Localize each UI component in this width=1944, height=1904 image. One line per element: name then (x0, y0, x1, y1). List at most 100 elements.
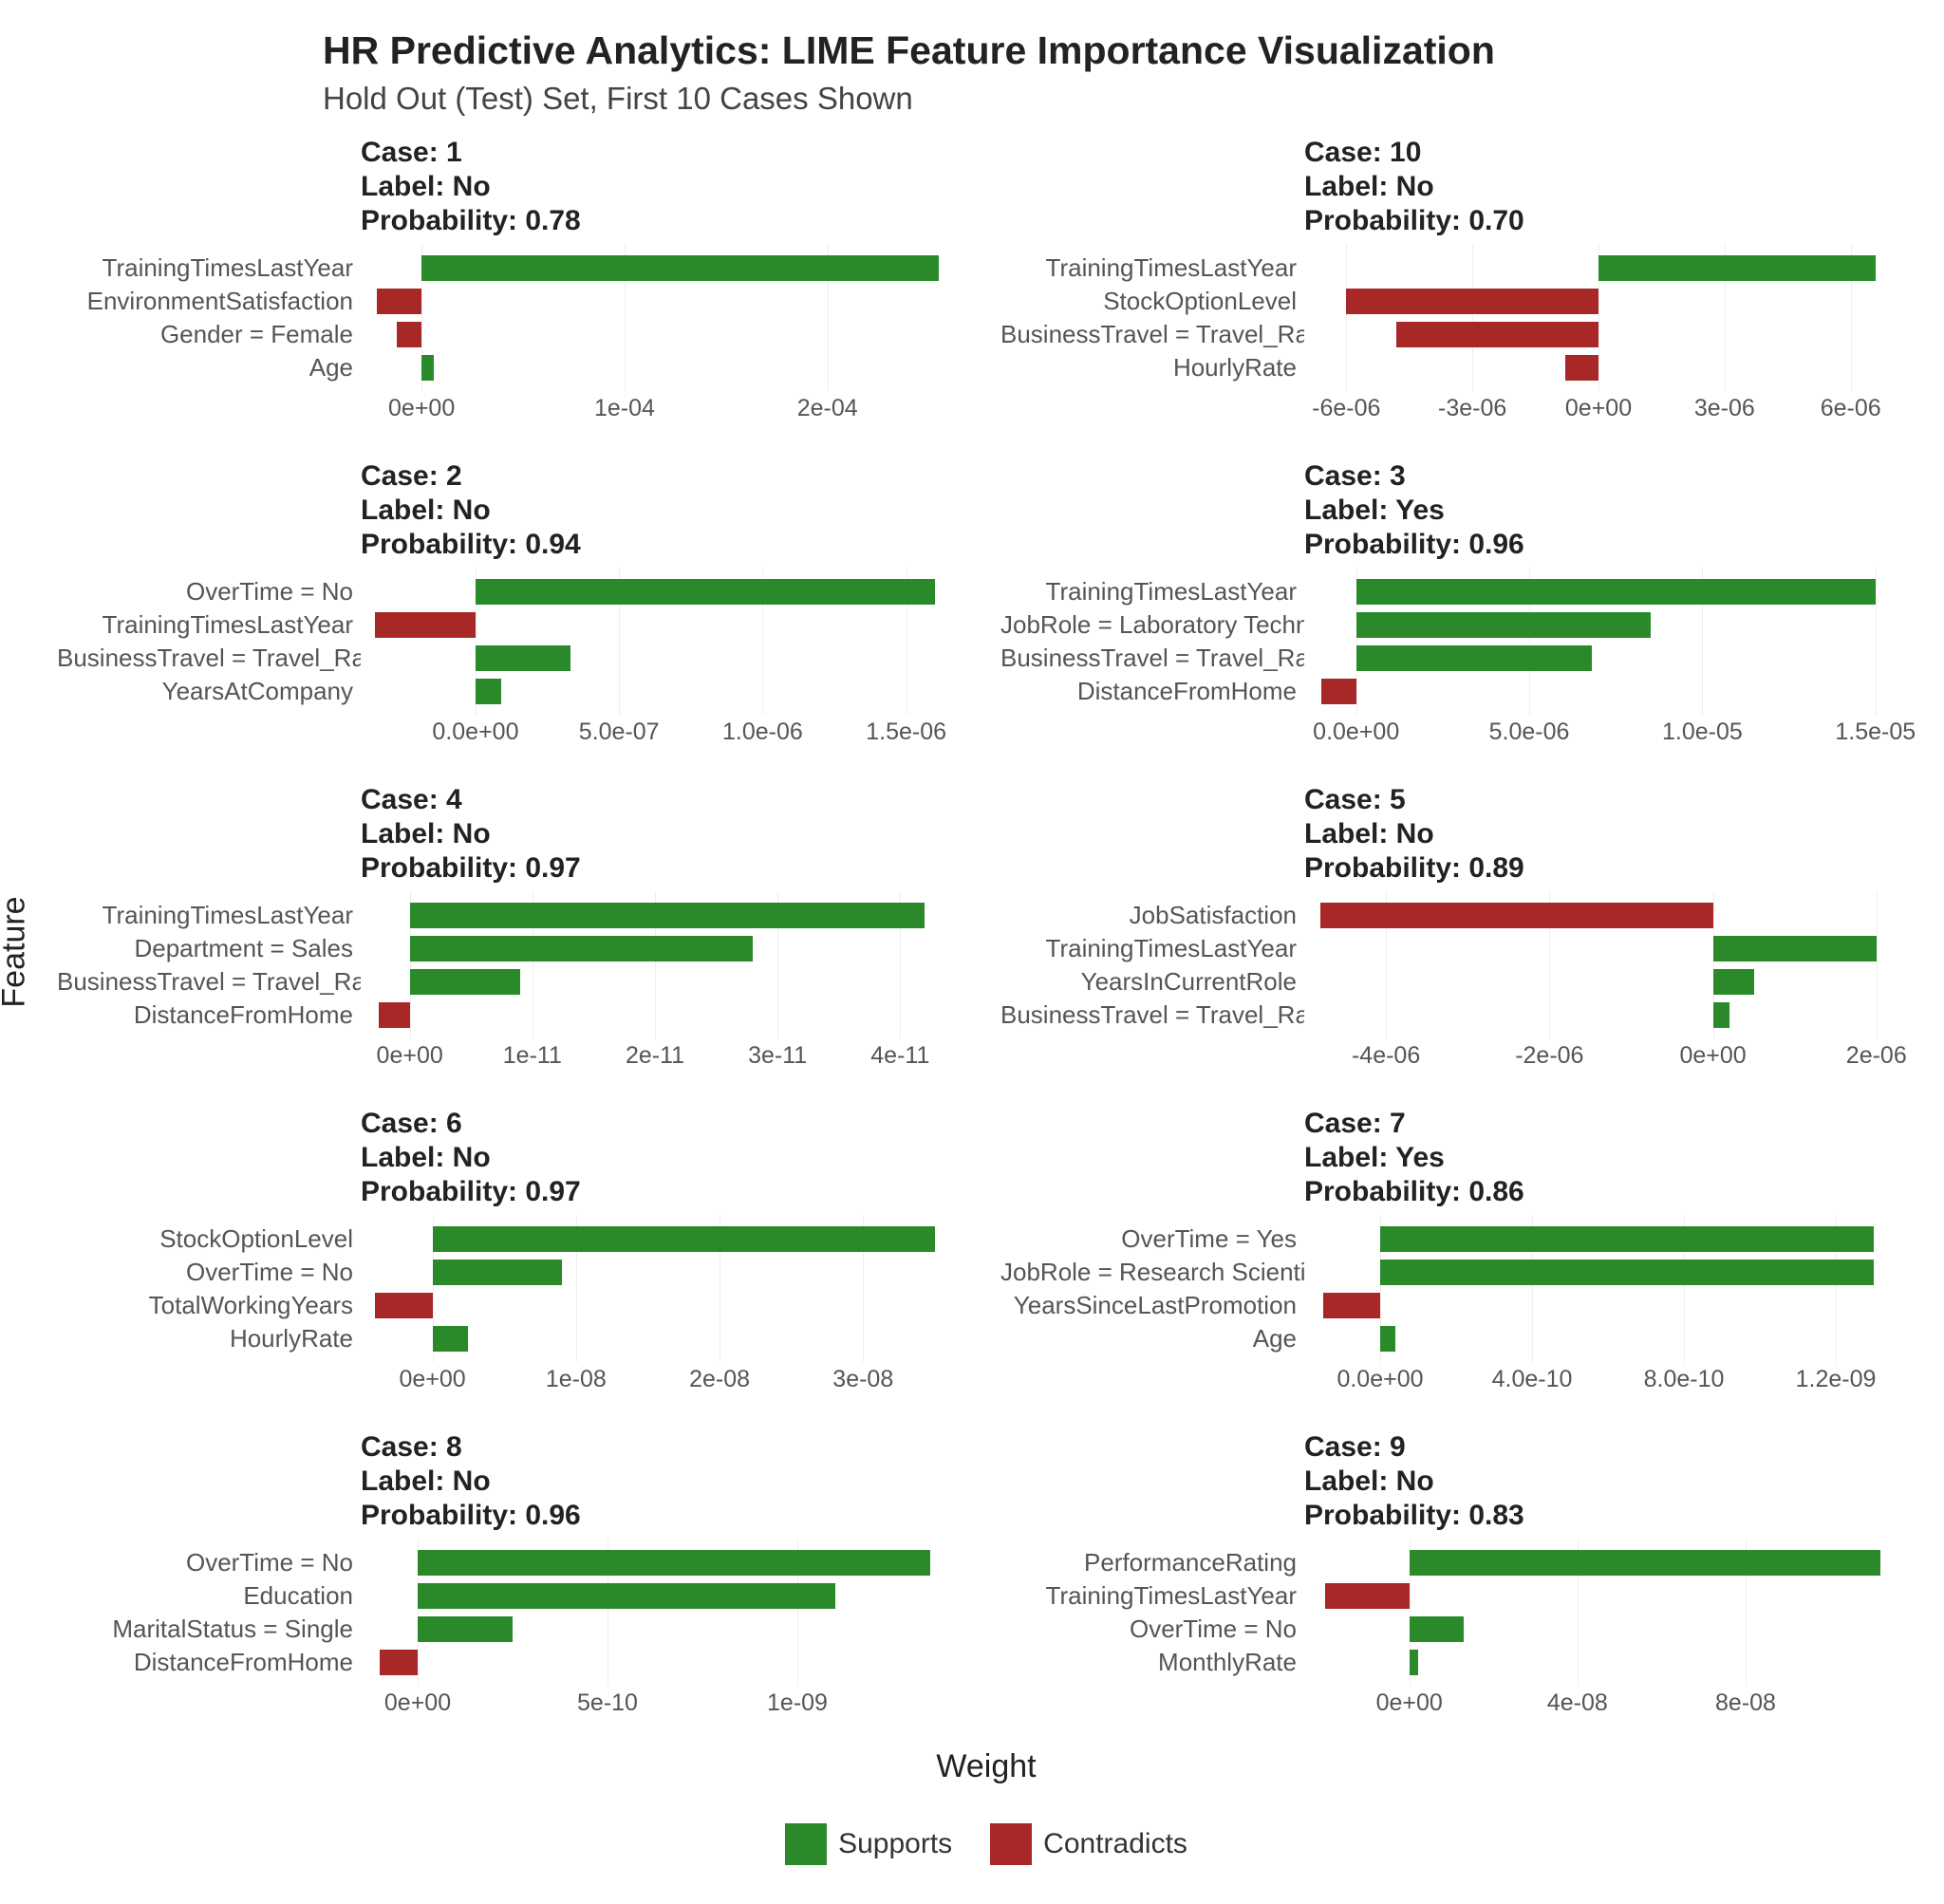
bar-supports (418, 1616, 513, 1642)
bar-contradicts (379, 1002, 409, 1028)
bar-contradicts (1321, 679, 1355, 704)
x-tick: 1.0e-05 (1662, 719, 1743, 746)
bars-zone (361, 1539, 972, 1686)
bar-contradicts (380, 1650, 418, 1675)
x-tick: 3e-06 (1694, 395, 1755, 422)
feature-label: JobRole = Laboratory Technician (1000, 608, 1304, 642)
bar-supports (418, 1550, 930, 1576)
bars-zone (361, 244, 972, 391)
panel-header: Case: 6 Label: No Probability: 0.97 (361, 1107, 972, 1209)
bar-supports (1713, 936, 1877, 961)
x-tick: 2e-06 (1846, 1042, 1907, 1070)
plot-row: StockOptionLevelOverTime = NoTotalWorkin… (57, 1215, 972, 1362)
x-tick: 1e-08 (546, 1366, 607, 1393)
feature-label: DistanceFromHome (57, 999, 361, 1032)
feature-label: MonthlyRate (1000, 1646, 1304, 1679)
bar-supports (433, 1260, 562, 1285)
plot-row: OverTime = NoTrainingTimesLastYearBusine… (57, 568, 972, 715)
plot-row: OverTime = NoEducationMaritalStatus = Si… (57, 1539, 972, 1686)
x-tick: 3e-11 (748, 1042, 807, 1070)
bar-slot (1304, 252, 1916, 285)
x-tick-labels: -4e-06-2e-060e+002e-06 (1304, 1042, 1893, 1073)
x-tick: 1e-04 (594, 395, 655, 422)
bar-slot (1304, 675, 1916, 708)
facet-panel: Case: 7 Label: Yes Probability: 0.86Over… (1000, 1107, 1916, 1396)
bars-zone (1304, 244, 1916, 391)
y-tick-labels: PerformanceRatingTrainingTimesLastYearOv… (1000, 1539, 1304, 1686)
facet-panel: Case: 6 Label: No Probability: 0.97Stock… (57, 1107, 972, 1396)
title-block: HR Predictive Analytics: LIME Feature Im… (323, 28, 1916, 117)
plot-area (1304, 1215, 1916, 1362)
bar-supports (476, 679, 501, 704)
bar-supports (1713, 969, 1754, 995)
feature-label: StockOptionLevel (57, 1223, 361, 1256)
bar-supports (1410, 1616, 1465, 1642)
bar-slot (1304, 1579, 1916, 1613)
legend-swatch-supports (785, 1823, 827, 1865)
x-tick-labels: 0.0e+004.0e-108.0e-101.2e-09 (1304, 1366, 1893, 1396)
x-tick: 0.0e+00 (1313, 719, 1399, 746)
bar-contradicts (377, 289, 421, 314)
plot-area (361, 891, 972, 1038)
facet-panel: Case: 9 Label: No Probability: 0.83Perfo… (1000, 1430, 1916, 1720)
bar-contradicts (1396, 322, 1598, 347)
x-tick: 1.0e-06 (722, 719, 803, 746)
x-tick: 4.0e-10 (1492, 1366, 1573, 1393)
bar-slot (1304, 642, 1916, 675)
bar-supports (421, 255, 939, 281)
x-tick: 0e+00 (388, 395, 455, 422)
bar-supports (1356, 612, 1651, 638)
x-tick: -2e-06 (1515, 1042, 1583, 1070)
bar-contradicts (1325, 1583, 1410, 1609)
x-axis-label: Weight (57, 1748, 1916, 1785)
feature-label: OverTime = Yes (1000, 1223, 1304, 1256)
panel-header: Case: 1 Label: No Probability: 0.78 (361, 136, 972, 238)
bar-slot (1304, 1289, 1916, 1322)
bar-contradicts (397, 322, 421, 347)
bars-zone (361, 568, 972, 715)
x-tick: 8e-08 (1715, 1689, 1776, 1717)
x-tick-labels: 0e+005e-101e-09 (361, 1689, 949, 1720)
bar-slot (361, 252, 972, 285)
bar-contradicts (1565, 355, 1598, 381)
x-tick: 4e-11 (870, 1042, 929, 1070)
panel-header: Case: 7 Label: Yes Probability: 0.86 (1304, 1107, 1916, 1209)
plot-row: TrainingTimesLastYearJobRole = Laborator… (1000, 568, 1916, 715)
bar-supports (410, 936, 754, 961)
x-tick: 6e-06 (1821, 395, 1881, 422)
y-tick-labels: StockOptionLevelOverTime = NoTotalWorkin… (57, 1215, 361, 1362)
bar-slot (1304, 1256, 1916, 1289)
page: Feature HR Predictive Analytics: LIME Fe… (0, 0, 1944, 1904)
facet-panel: Case: 4 Label: No Probability: 0.97Train… (57, 783, 972, 1073)
bar-slot (361, 642, 972, 675)
feature-label: TrainingTimesLastYear (57, 608, 361, 642)
x-tick-labels: 0e+001e-082e-083e-08 (361, 1366, 949, 1396)
y-tick-labels: TrainingTimesLastYearJobRole = Laborator… (1000, 568, 1304, 715)
x-tick: 0e+00 (377, 1042, 443, 1070)
x-tick: 0e+00 (1679, 1042, 1746, 1070)
feature-label: Gender = Female (57, 318, 361, 351)
y-tick-labels: TrainingTimesLastYearEnvironmentSatisfac… (57, 244, 361, 391)
legend-label-contradicts: Contradicts (1043, 1828, 1187, 1860)
y-tick-labels: JobSatisfactionTrainingTimesLastYearYear… (1000, 891, 1304, 1038)
bar-slot (1304, 1223, 1916, 1256)
x-tick: 2e-04 (797, 395, 858, 422)
facet-panel: Case: 5 Label: No Probability: 0.89JobSa… (1000, 783, 1916, 1073)
bar-slot (1304, 351, 1916, 384)
x-tick: 1.5e-05 (1835, 719, 1916, 746)
bar-slot (1304, 1546, 1916, 1579)
plot-area (361, 568, 972, 715)
bar-slot (1304, 999, 1916, 1032)
bar-slot (1304, 285, 1916, 318)
bars-zone (1304, 891, 1916, 1038)
bar-supports (410, 903, 925, 928)
bars-zone (361, 891, 972, 1038)
feature-label: Department = Sales (57, 932, 361, 965)
x-tick: 1e-09 (767, 1689, 828, 1717)
y-tick-labels: OverTime = NoEducationMaritalStatus = Si… (57, 1539, 361, 1686)
facet-panel: Case: 1 Label: No Probability: 0.78Train… (57, 136, 972, 425)
feature-label: TrainingTimesLastYear (1000, 252, 1304, 285)
x-tick-labels: 0e+004e-088e-08 (1304, 1689, 1893, 1720)
plot-area (361, 1539, 972, 1686)
bar-slot (361, 999, 972, 1032)
